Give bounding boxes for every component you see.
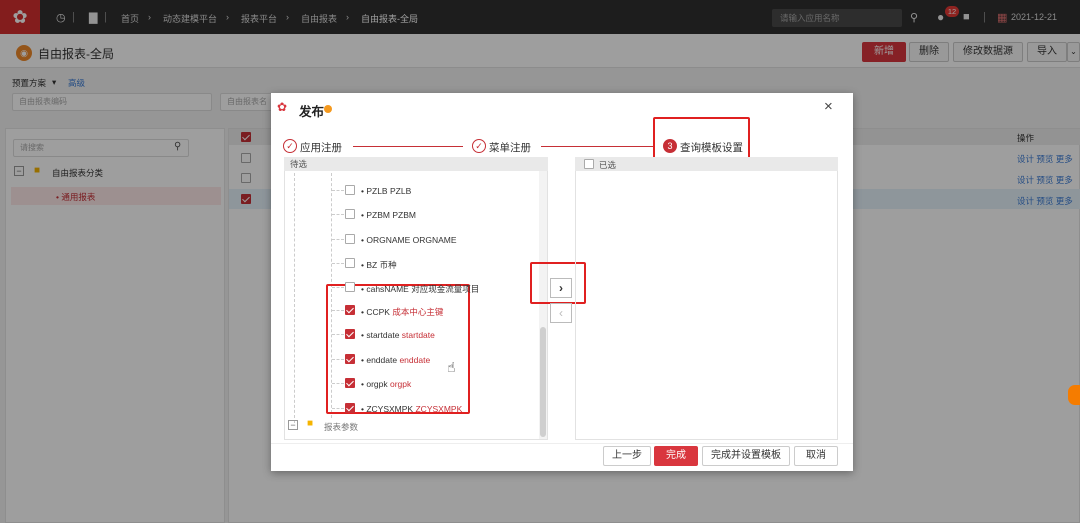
field-name: PZBM (392, 210, 416, 220)
step-3-label[interactable]: 查询模板设置 (680, 140, 743, 155)
field-item-cahsname[interactable]: • cahsNAME 对应现金流量项目 (361, 283, 479, 295)
tree-guide (332, 408, 344, 409)
field-item-bz[interactable]: • BZ 币种 (361, 259, 397, 271)
tree-guide (294, 173, 295, 423)
field-item-pzlb[interactable]: • PZLB PZLB (361, 186, 411, 196)
field-code: startdate (366, 330, 400, 340)
tree-guide (332, 383, 344, 384)
tree-guide (332, 263, 344, 264)
selected-items-highlight (326, 284, 470, 414)
field-code: BZ (366, 260, 378, 270)
selected-header-label: 已选 (599, 160, 617, 170)
collapse-icon[interactable]: − (288, 420, 298, 430)
field-item-orgpk[interactable]: • orgpk orgpk (361, 379, 411, 389)
field-name: startdate (401, 330, 435, 340)
report-params-folder[interactable]: 报表参数 (324, 421, 358, 433)
cancel-button[interactable]: 取消 (794, 446, 838, 466)
step-1-label[interactable]: 应用注册 (300, 140, 342, 155)
field-checkbox-orgpk[interactable] (345, 378, 355, 388)
status-dot (324, 105, 332, 113)
field-checkbox-ccpk[interactable] (345, 305, 355, 315)
field-code: PZLB (366, 186, 388, 196)
folder-icon: ■ (307, 418, 314, 429)
field-name: ZCYSXMPK (415, 404, 463, 414)
finish-button[interactable]: 完成 (654, 446, 698, 466)
tree-guide (332, 359, 344, 360)
select-all-selected-checkbox[interactable] (584, 159, 594, 169)
step-connector (541, 146, 655, 147)
tree-guide (332, 310, 344, 311)
previous-step-button[interactable]: 上一步 (603, 446, 651, 466)
step-connector (353, 146, 463, 147)
tree-guide (332, 287, 344, 288)
tree-guide (332, 334, 344, 335)
field-item-startdate[interactable]: • startdate startdate (361, 330, 435, 340)
field-name: orgpk (389, 379, 412, 389)
field-item-pzbm[interactable]: • PZBM PZBM (361, 210, 416, 220)
field-code: cahsNAME (366, 284, 409, 294)
publish-dialog: ✿ 发布 × ✓ 应用注册 ✓ 菜单注册 3 查询模板设置 待选 − ■ 报表参… (271, 93, 853, 471)
available-header: 待选 (284, 157, 548, 171)
field-code: ORGNAME (366, 235, 411, 245)
step-3-number: 3 (663, 139, 677, 153)
field-name: PZLB (389, 186, 412, 196)
field-name: 成本中心主键 (392, 307, 444, 317)
field-name: ORGNAME (412, 235, 457, 245)
field-code: orgpk (366, 379, 388, 389)
field-item-zcysxmpk[interactable]: • ZCYSXMPK ZCYSXMPK (361, 404, 462, 414)
side-float-widget[interactable] (1068, 385, 1080, 405)
close-icon[interactable]: × (824, 98, 833, 115)
field-checkbox-pzlb[interactable] (345, 185, 355, 195)
field-checkbox-orgname[interactable] (345, 234, 355, 244)
field-code: ZCYSXMPK (366, 404, 414, 414)
finish-and-set-template-button[interactable]: 完成并设置模板 (702, 446, 790, 466)
field-checkbox-cahsname[interactable] (345, 282, 355, 292)
mouse-cursor-icon: ☝ (447, 359, 456, 375)
move-right-button[interactable]: › (550, 278, 572, 298)
field-name: 对应现金流量项目 (411, 284, 480, 294)
selected-pane (575, 157, 838, 440)
tree-guide (332, 190, 344, 191)
field-name: 币种 (379, 260, 397, 270)
footer-divider (271, 443, 853, 444)
field-item-ccpk[interactable]: • CCPK 成本中心主键 (361, 306, 443, 318)
step-1-check-icon: ✓ (283, 139, 297, 153)
field-code: CCPK (366, 307, 390, 317)
publish-icon: ✿ (277, 100, 288, 114)
field-name: enddate (399, 355, 431, 365)
field-code: PZBM (366, 210, 390, 220)
step-2-check-icon: ✓ (472, 139, 486, 153)
app-root: ✿ ◷ | ▇ | 首页 › 动态建模平台 › 报表平台 › 自由报表 › 自由… (0, 0, 1080, 523)
tree-guide (332, 239, 344, 240)
field-code: enddate (366, 355, 398, 365)
tree-guide (332, 214, 344, 215)
scrollbar-thumb[interactable] (540, 327, 546, 437)
move-left-button[interactable]: ‹ (550, 303, 572, 323)
field-checkbox-zcysxmpk[interactable] (345, 403, 355, 413)
dialog-title: 发布 (299, 105, 325, 119)
field-checkbox-bz[interactable] (345, 258, 355, 268)
field-checkbox-enddate[interactable] (345, 354, 355, 364)
field-item-orgname[interactable]: • ORGNAME ORGNAME (361, 235, 457, 245)
field-checkbox-startdate[interactable] (345, 329, 355, 339)
step-2-label[interactable]: 菜单注册 (489, 140, 531, 155)
field-checkbox-pzbm[interactable] (345, 209, 355, 219)
field-item-enddate[interactable]: • enddate enddate (361, 355, 430, 365)
